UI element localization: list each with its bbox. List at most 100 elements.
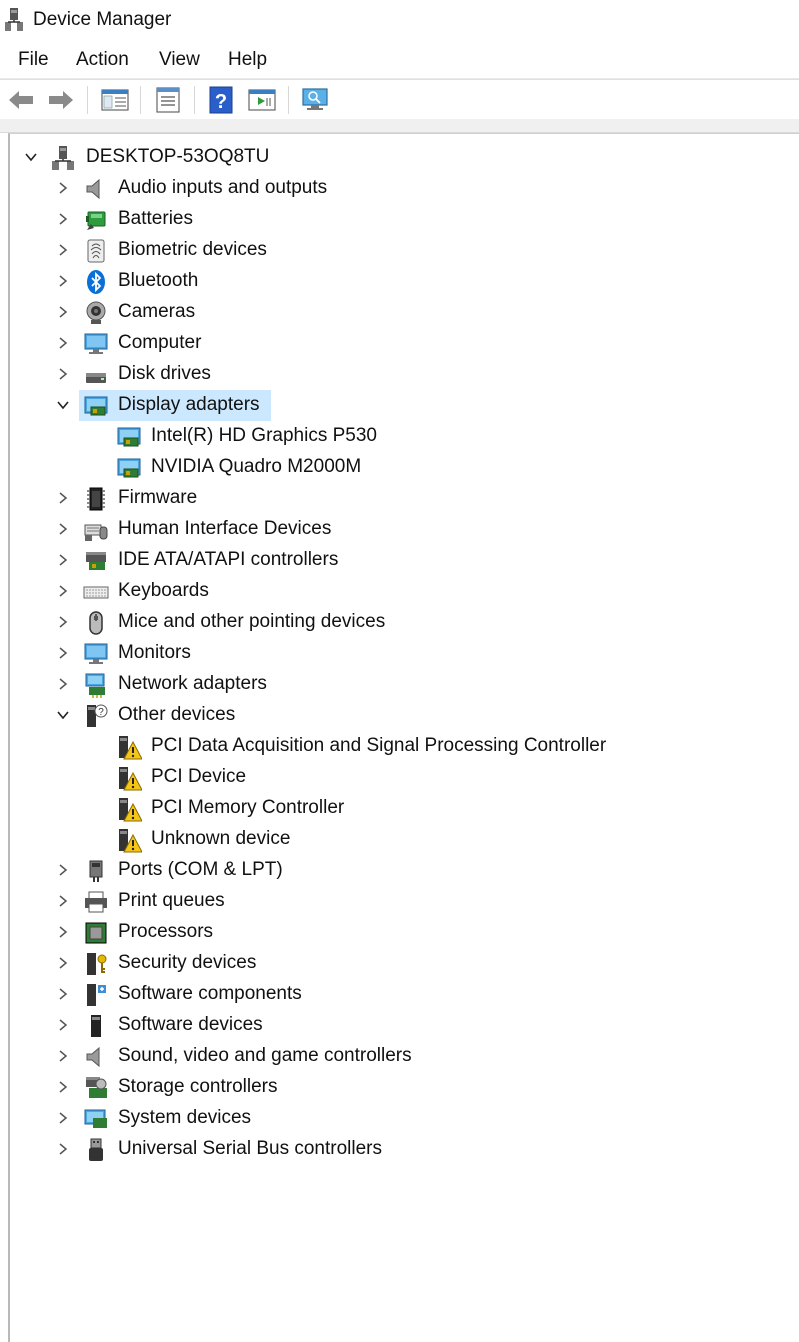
- tree-device-pci-data-acquisition-and-signal-processing-controller[interactable]: PCI Data Acquisition and Signal Processi…: [10, 731, 790, 762]
- tree-category-keyboards[interactable]: Keyboards: [10, 576, 790, 607]
- chevron-right-icon[interactable]: [56, 615, 70, 629]
- tree-category-batteries[interactable]: Batteries: [10, 204, 790, 235]
- window-title: Device Manager: [33, 9, 172, 30]
- forward-arrow-icon[interactable]: [46, 86, 76, 114]
- tree-node-label: Computer: [118, 332, 202, 353]
- speaker-icon: [86, 178, 100, 200]
- chevron-right-icon[interactable]: [56, 646, 70, 660]
- tree-category-software-components[interactable]: Software components: [10, 979, 790, 1010]
- tree-category-mice-and-other-pointing-devices[interactable]: Mice and other pointing devices: [10, 607, 790, 638]
- properties-icon[interactable]: [153, 86, 183, 114]
- chevron-right-icon[interactable]: [56, 305, 70, 319]
- software-component-icon: [87, 984, 106, 1006]
- toolbar-bottom-strip: [0, 119, 799, 133]
- tree-node-label: Audio inputs and outputs: [118, 177, 328, 198]
- chevron-right-icon[interactable]: [56, 956, 70, 970]
- other-devices-icon: ?: [87, 704, 108, 727]
- tree-category-audio-inputs-and-outputs[interactable]: Audio inputs and outputs: [10, 173, 790, 204]
- keyboard-icon: [83, 586, 109, 599]
- tree-category-human-interface-devices[interactable]: Human Interface Devices: [10, 514, 790, 545]
- help-icon[interactable]: ?: [207, 86, 237, 114]
- tree-device-pci-device[interactable]: PCI Device: [10, 762, 790, 793]
- tree-category-disk-drives[interactable]: Disk drives: [10, 359, 790, 390]
- tree-category-firmware[interactable]: Firmware: [10, 483, 790, 514]
- chevron-right-icon[interactable]: [56, 491, 70, 505]
- tree-node-label: Print queues: [118, 890, 225, 911]
- tree-category-system-devices[interactable]: System devices: [10, 1103, 790, 1134]
- sound-icon: [86, 1046, 100, 1068]
- chevron-right-icon[interactable]: [56, 1111, 70, 1125]
- chevron-right-icon[interactable]: [56, 243, 70, 257]
- chevron-right-icon[interactable]: [56, 1018, 70, 1032]
- tree-category-security-devices[interactable]: Security devices: [10, 948, 790, 979]
- chevron-right-icon[interactable]: [56, 987, 70, 1001]
- update-driver-icon[interactable]: [247, 86, 277, 114]
- tree-node-label: Processors: [118, 921, 214, 942]
- show-hide-console-tree-icon[interactable]: [100, 86, 130, 114]
- title-bar: Device Manager: [0, 0, 799, 42]
- chevron-down-icon[interactable]: [56, 708, 70, 722]
- menu-help[interactable]: Help: [228, 49, 267, 71]
- tree-category-cameras[interactable]: Cameras: [10, 297, 790, 328]
- chevron-right-icon[interactable]: [56, 925, 70, 939]
- fingerprint-icon: [87, 239, 105, 263]
- tree-category-ide-ata-atapi-controllers[interactable]: IDE ATA/ATAPI controllers: [10, 545, 790, 576]
- tree-category-universal-serial-bus-controllers[interactable]: Universal Serial Bus controllers: [10, 1134, 790, 1165]
- tree-category-biometric-devices[interactable]: Biometric devices: [10, 235, 790, 266]
- chevron-down-icon[interactable]: [56, 398, 70, 412]
- tree-node-label: Batteries: [118, 208, 193, 229]
- menu-action[interactable]: Action: [76, 49, 129, 71]
- tree-node-label: Bluetooth: [118, 270, 199, 291]
- chevron-down-icon[interactable]: [24, 150, 38, 164]
- tree-category-computer[interactable]: Computer: [10, 328, 790, 359]
- tree-category-print-queues[interactable]: Print queues: [10, 886, 790, 917]
- tree-category-software-devices[interactable]: Software devices: [10, 1010, 790, 1041]
- tree-root-computer[interactable]: DESKTOP-53OQ8TU: [10, 142, 790, 173]
- scan-hardware-changes-icon[interactable]: [300, 86, 330, 114]
- tree-device-unknown-device[interactable]: Unknown device: [10, 824, 790, 855]
- chevron-right-icon[interactable]: [56, 584, 70, 598]
- tree-category-ports-com-lpt[interactable]: Ports (COM & LPT): [10, 855, 790, 886]
- display-adapter-icon: [117, 427, 141, 447]
- tree-category-network-adapters[interactable]: Network adapters: [10, 669, 790, 700]
- chevron-right-icon[interactable]: [56, 894, 70, 908]
- chevron-right-icon[interactable]: [56, 274, 70, 288]
- tree-category-display-adapters[interactable]: Display adapters: [10, 390, 790, 421]
- chevron-right-icon[interactable]: [56, 677, 70, 691]
- tree-node-label: Storage controllers: [118, 1076, 278, 1097]
- tree-node-label: Universal Serial Bus controllers: [118, 1138, 382, 1159]
- tree-category-other-devices[interactable]: ? Other devices: [10, 700, 790, 731]
- menu-bar: File Action View Help: [0, 42, 799, 79]
- tree-category-storage-controllers[interactable]: Storage controllers: [10, 1072, 790, 1103]
- tree-node-label: Biometric devices: [118, 239, 267, 260]
- tree-category-sound-video-and-game-controllers[interactable]: Sound, video and game controllers: [10, 1041, 790, 1072]
- tree-device-intel-r-hd-graphics-p530[interactable]: Intel(R) HD Graphics P530: [10, 421, 790, 452]
- tree-node-label: System devices: [118, 1107, 252, 1128]
- menu-file[interactable]: File: [18, 49, 49, 71]
- tree-node-label: Display adapters: [118, 394, 260, 415]
- tree-category-monitors[interactable]: Monitors: [10, 638, 790, 669]
- chevron-right-icon[interactable]: [56, 336, 70, 350]
- menu-view[interactable]: View: [159, 49, 200, 71]
- chevron-right-icon[interactable]: [56, 863, 70, 877]
- chevron-right-icon[interactable]: [56, 1080, 70, 1094]
- tree-node-label: Monitors: [118, 642, 191, 663]
- tree-device-nvidia-quadro-m2000m[interactable]: NVIDIA Quadro M2000M: [10, 452, 790, 483]
- tree-category-bluetooth[interactable]: Bluetooth: [10, 266, 790, 297]
- tree-node-label: PCI Data Acquisition and Signal Processi…: [151, 735, 607, 756]
- tree-node-label: Software components: [118, 983, 302, 1004]
- tree-node-label: PCI Device: [151, 766, 247, 787]
- chevron-right-icon[interactable]: [56, 522, 70, 536]
- chevron-right-icon[interactable]: [56, 553, 70, 567]
- chevron-right-icon[interactable]: [56, 367, 70, 381]
- chevron-right-icon[interactable]: [56, 181, 70, 195]
- chevron-right-icon[interactable]: [56, 1049, 70, 1063]
- tree-node-label: NVIDIA Quadro M2000M: [151, 456, 362, 477]
- back-arrow-icon[interactable]: [6, 86, 36, 114]
- toolbar-separator: [288, 86, 289, 114]
- tree-category-processors[interactable]: Processors: [10, 917, 790, 948]
- tree-device-pci-memory-controller[interactable]: PCI Memory Controller: [10, 793, 790, 824]
- tree-node-label: Disk drives: [118, 363, 211, 384]
- chevron-right-icon[interactable]: [56, 1142, 70, 1156]
- chevron-right-icon[interactable]: [56, 212, 70, 226]
